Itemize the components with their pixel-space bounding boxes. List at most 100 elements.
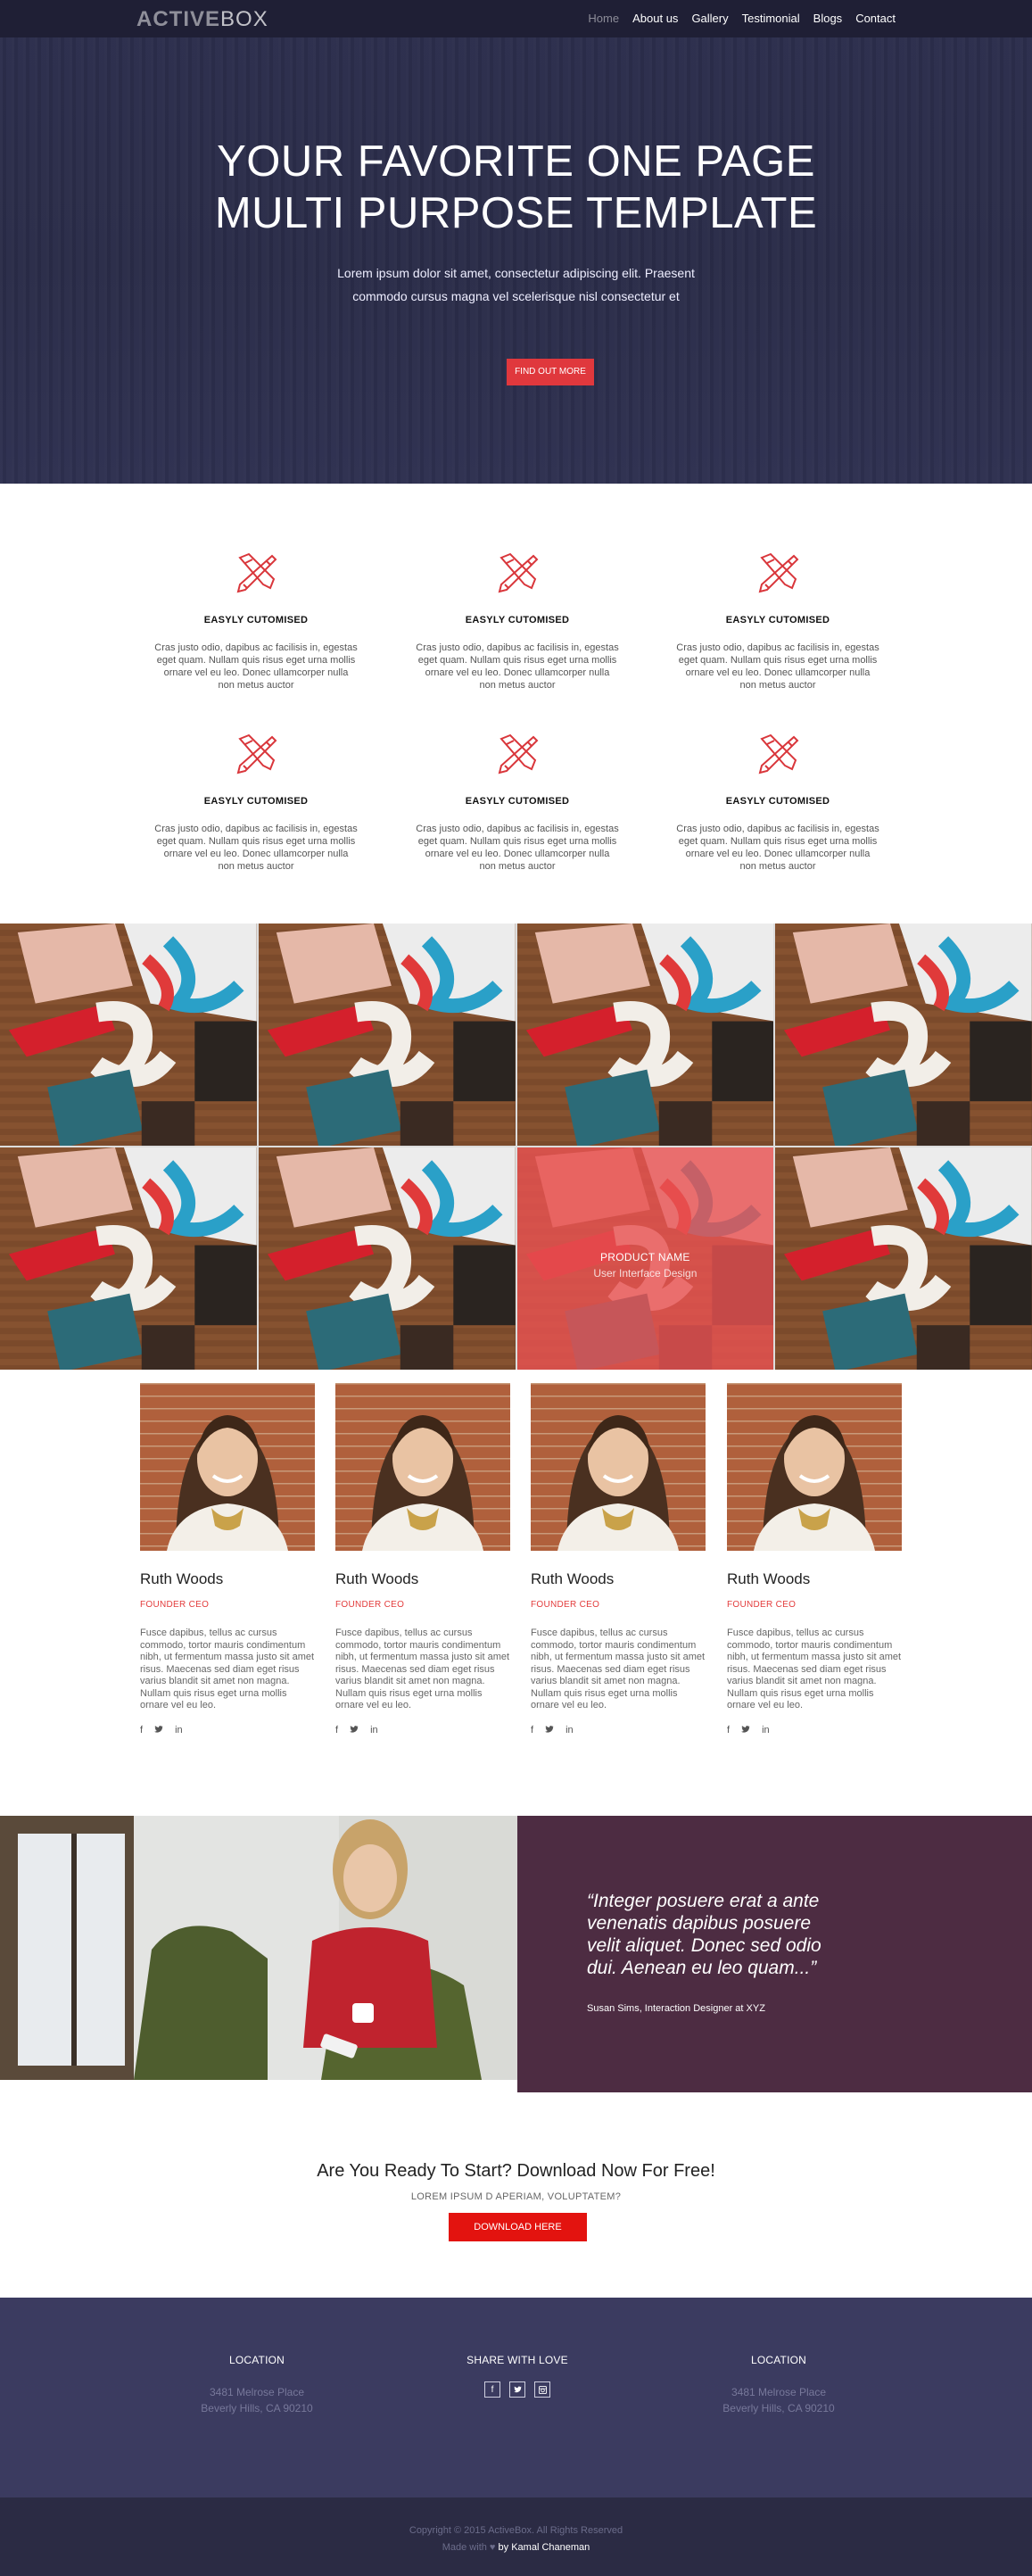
team-member-bio: Fusce dapibus, tellus ac cursus commodo,… bbox=[140, 1628, 315, 1710]
address-line1: 3481 Melrose Place bbox=[209, 2386, 305, 2398]
team-member-card: Ruth Woods FOUNDER CEO Fusce dapibus, tell… bbox=[335, 1383, 510, 1735]
footer-location-1: LOCATION 3481 Melrose Place Beverly Hills… bbox=[168, 2354, 346, 2416]
team-member-bio: Fusce dapibus, tellus ac cursus commodo,… bbox=[531, 1628, 706, 1710]
facebook-icon[interactable]: f bbox=[335, 1725, 338, 1735]
main-menu: Home About us Gallery Testimonial Blogs … bbox=[588, 12, 896, 25]
instagram-icon[interactable] bbox=[534, 2381, 550, 2398]
download-button[interactable]: DOWNLOAD HERE bbox=[449, 2213, 587, 2241]
feature-card: EASYLY CUTOMISED Cras justo odio, dapibu… bbox=[154, 730, 358, 873]
footer-address: 3481 Melrose Place Beverly Hills, CA 9021… bbox=[168, 2384, 346, 2416]
gallery-item[interactable] bbox=[0, 924, 257, 1146]
logo-bold: ACTIVE bbox=[136, 7, 221, 31]
linkedin-icon[interactable]: in bbox=[566, 1725, 574, 1735]
team-member-name: Ruth Woods bbox=[140, 1570, 224, 1587]
feature-title: EASYLY CUTOMISED bbox=[465, 796, 570, 807]
team-member-name: Ruth Woods bbox=[727, 1570, 811, 1587]
twitter-icon[interactable] bbox=[545, 1725, 555, 1735]
nav-blogs[interactable]: Blogs bbox=[813, 12, 843, 25]
footer-bottom-bar: Copyright © 2015 ActiveBox. All Rights R… bbox=[0, 2497, 1032, 2576]
feature-text: Cras justo odio, dapibus ac facilisis in… bbox=[154, 824, 358, 872]
footer: LOCATION 3481 Melrose Place Beverly Hills… bbox=[0, 2298, 1032, 2497]
gallery-hover-overlay[interactable]: PRODUCT NAME User Interface Design bbox=[516, 1147, 774, 1370]
made-with-text: Made with ♥ bbox=[442, 2542, 496, 2553]
hero-title-line2: MULTI PURPOSE TEMPLATE bbox=[214, 189, 818, 237]
gallery-grid: PRODUCT NAME User Interface Design bbox=[0, 924, 1032, 1370]
gallery-item[interactable] bbox=[258, 1147, 516, 1370]
testimonial-quote: “Integer posuere erat a ante venenatis d… bbox=[587, 1891, 821, 1978]
team-member-bio: Fusce dapibus, tellus ac cursus commodo,… bbox=[335, 1628, 510, 1710]
pencil-ruler-icon bbox=[498, 733, 539, 774]
team-member-photo bbox=[140, 1383, 315, 1551]
facebook-icon[interactable]: f bbox=[727, 1725, 730, 1735]
address-line2: Beverly Hills, CA 90210 bbox=[722, 2402, 835, 2414]
author-credit[interactable]: by Kamal Chaneman bbox=[499, 2542, 590, 2553]
cta-title: Are You Ready To Start? Download Now For… bbox=[317, 2161, 715, 2181]
logo[interactable]: ACTIVEBOX bbox=[136, 7, 268, 32]
cta-section: Are You Ready To Start? Download Now For… bbox=[0, 2092, 1032, 2298]
gallery-item[interactable] bbox=[775, 1147, 1032, 1370]
nav-gallery[interactable]: Gallery bbox=[691, 12, 728, 25]
pencil-ruler-icon bbox=[758, 733, 799, 774]
footer-address: 3481 Melrose Place Beverly Hills, CA 9021… bbox=[689, 2384, 868, 2416]
testimonial-author: Susan Sims, Interaction Designer at XYZ bbox=[587, 2003, 765, 2014]
team-member-social: f in bbox=[335, 1725, 510, 1735]
footer-location-2: LOCATION 3481 Melrose Place Beverly Hills… bbox=[689, 2354, 868, 2416]
twitter-icon[interactable] bbox=[350, 1725, 359, 1735]
hero-title-line1: YOUR FAVORITE ONE PAGE bbox=[217, 137, 815, 186]
nav-about-us[interactable]: About us bbox=[632, 12, 678, 25]
facebook-icon[interactable]: f bbox=[531, 1725, 533, 1735]
team-member-social: f in bbox=[531, 1725, 706, 1735]
address-line1: 3481 Melrose Place bbox=[731, 2386, 827, 2398]
pencil-ruler-icon bbox=[498, 552, 539, 593]
team-member-social: f in bbox=[727, 1725, 902, 1735]
feature-card: EASYLY CUTOMISED Cras justo odio, dapibu… bbox=[154, 549, 358, 692]
feature-title: EASYLY CUTOMISED bbox=[203, 615, 309, 625]
feature-text: Cras justo odio, dapibus ac facilisis in… bbox=[676, 642, 879, 691]
find-out-more-button[interactable]: FIND OUT MORE bbox=[507, 359, 594, 385]
feature-text: Cras justo odio, dapibus ac facilisis in… bbox=[416, 642, 619, 691]
feature-card: EASYLY CUTOMISED Cras justo odio, dapibu… bbox=[416, 730, 619, 873]
team-member-role: FOUNDER CEO bbox=[727, 1600, 797, 1610]
logo-light: BOX bbox=[220, 7, 268, 31]
team-member-photo bbox=[531, 1383, 706, 1551]
team-section: Ruth Woods FOUNDER CEO Fusce dapibus, tell… bbox=[0, 1370, 1032, 1816]
product-name: PRODUCT NAME bbox=[600, 1250, 690, 1263]
feature-title: EASYLY CUTOMISED bbox=[725, 796, 830, 807]
hero-section: YOUR FAVORITE ONE PAGE MULTI PURPOSE TEMP… bbox=[0, 0, 1032, 484]
feature-title: EASYLY CUTOMISED bbox=[465, 615, 570, 625]
nav-testimonial[interactable]: Testimonial bbox=[742, 12, 800, 25]
address-line2: Beverly Hills, CA 90210 bbox=[201, 2402, 313, 2414]
feature-card: EASYLY CUTOMISED Cras justo odio, dapibu… bbox=[676, 730, 879, 873]
hero-text: Lorem ipsum dolor sit amet, consectetur … bbox=[337, 266, 695, 303]
gallery-item[interactable]: PRODUCT NAME User Interface Design bbox=[516, 1147, 774, 1370]
footer-col-title: LOCATION bbox=[750, 2354, 807, 2366]
team-member-name: Ruth Woods bbox=[335, 1570, 419, 1587]
team-member-card: Ruth Woods FOUNDER CEO Fusce dapibus, tell… bbox=[140, 1383, 315, 1735]
linkedin-icon[interactable]: in bbox=[175, 1725, 183, 1735]
top-navbar: ACTIVEBOX Home About us Gallery Testimon… bbox=[0, 0, 1032, 37]
nav-home[interactable]: Home bbox=[588, 12, 619, 25]
feature-text: Cras justo odio, dapibus ac facilisis in… bbox=[676, 824, 879, 872]
twitter-icon[interactable] bbox=[154, 1725, 164, 1735]
team-member-photo bbox=[335, 1383, 510, 1551]
credit-text: Made with ♥ by Kamal Chaneman bbox=[0, 2542, 1032, 2553]
features-section: EASYLY CUTOMISED Cras justo odio, dapibu… bbox=[0, 484, 1032, 924]
cta-subtitle: LOREM IPSUM D APERIAM, VOLUPTATEM? bbox=[410, 2191, 622, 2202]
nav-contact[interactable]: Contact bbox=[855, 12, 896, 25]
copyright-text: Copyright © 2015 ActiveBox. All Rights R… bbox=[409, 2525, 623, 2536]
feature-text: Cras justo odio, dapibus ac facilisis in… bbox=[416, 824, 619, 872]
twitter-icon[interactable] bbox=[509, 2381, 525, 2398]
facebook-icon[interactable]: f bbox=[140, 1725, 143, 1735]
gallery-item[interactable] bbox=[775, 924, 1032, 1146]
footer-social-icons: f bbox=[428, 2381, 607, 2398]
twitter-icon[interactable] bbox=[741, 1725, 751, 1735]
team-member-role: FOUNDER CEO bbox=[140, 1600, 210, 1610]
linkedin-icon[interactable]: in bbox=[370, 1725, 378, 1735]
facebook-icon[interactable]: f bbox=[484, 2381, 500, 2398]
gallery-item[interactable] bbox=[516, 924, 774, 1146]
gallery-item[interactable] bbox=[0, 1147, 257, 1370]
linkedin-icon[interactable]: in bbox=[762, 1725, 770, 1735]
gallery-item[interactable] bbox=[258, 924, 516, 1146]
feature-card: EASYLY CUTOMISED Cras justo odio, dapibu… bbox=[416, 549, 619, 692]
team-member-bio: Fusce dapibus, tellus ac cursus commodo,… bbox=[727, 1628, 902, 1710]
